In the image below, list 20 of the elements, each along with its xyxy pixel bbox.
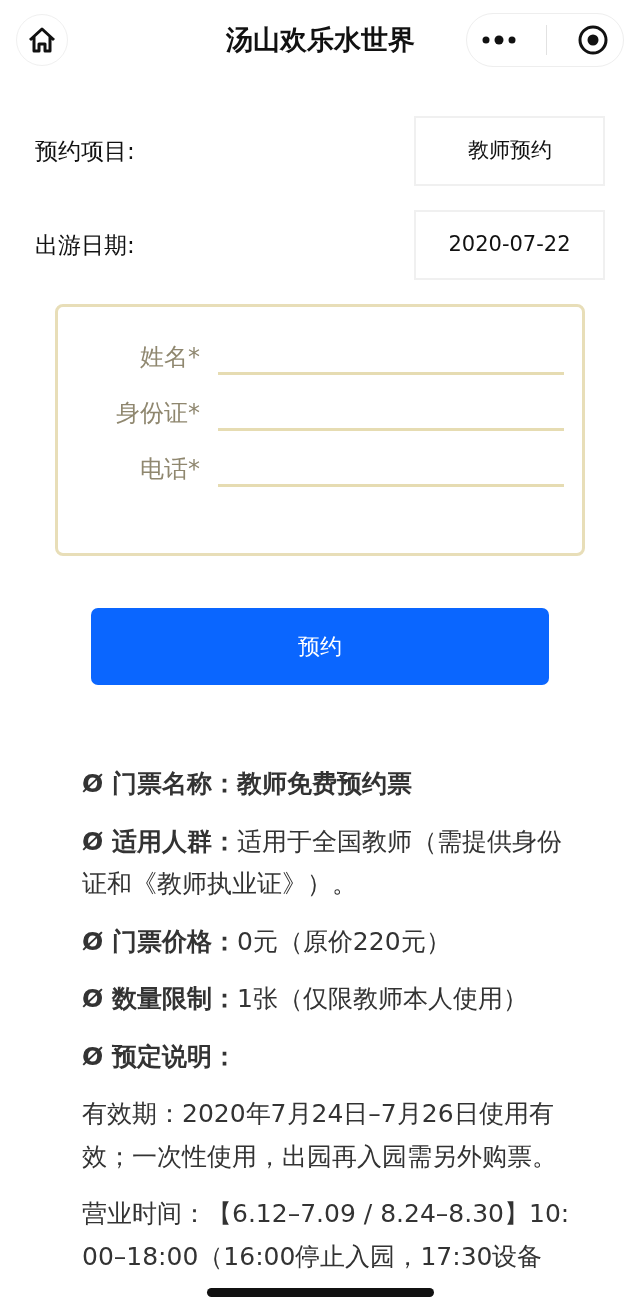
home-button[interactable] xyxy=(16,14,68,66)
value-field[interactable]: 2020-07-22 xyxy=(414,210,605,280)
info-paragraph: Ø 数量限制：1张（仅限教师本人使用） xyxy=(82,983,529,1015)
input-label: 姓名* xyxy=(139,342,201,373)
reserve-button[interactable]: 预约 xyxy=(91,608,549,685)
input-label: 身份证* xyxy=(115,398,201,429)
more-icon[interactable] xyxy=(482,35,517,45)
field-label: 出游日期: xyxy=(35,230,135,260)
input-label: 电话* xyxy=(139,454,201,485)
field-label: 预约项目: xyxy=(35,136,135,166)
page-title: 汤山欢乐水世界 xyxy=(225,22,415,57)
value-field[interactable]: 教师预约 xyxy=(414,116,605,186)
info-paragraph: Ø 门票名称：教师免费预约票 xyxy=(82,768,413,800)
info-paragraph: Ø 门票价格：0元（原价220元） xyxy=(82,925,452,958)
info-paragraph: 营业时间：【6.12–7.09 / 8.24–8.30】10: 00–18:00（16:00停止入园，17:30设备 xyxy=(82,1198,571,1273)
info-paragraph: Ø 适用人群：适用于全国教师（需提供身份证和《教师执业证》）。 xyxy=(82,825,563,900)
home-icon xyxy=(27,26,57,54)
close-icon[interactable] xyxy=(577,25,608,55)
info-paragraph: 有效期：2020年7月24日–7月26日使用有效；一次性使用，出园再入园需另外购票。 xyxy=(82,1098,558,1173)
info-paragraph: Ø 预定说明： xyxy=(82,1040,238,1073)
